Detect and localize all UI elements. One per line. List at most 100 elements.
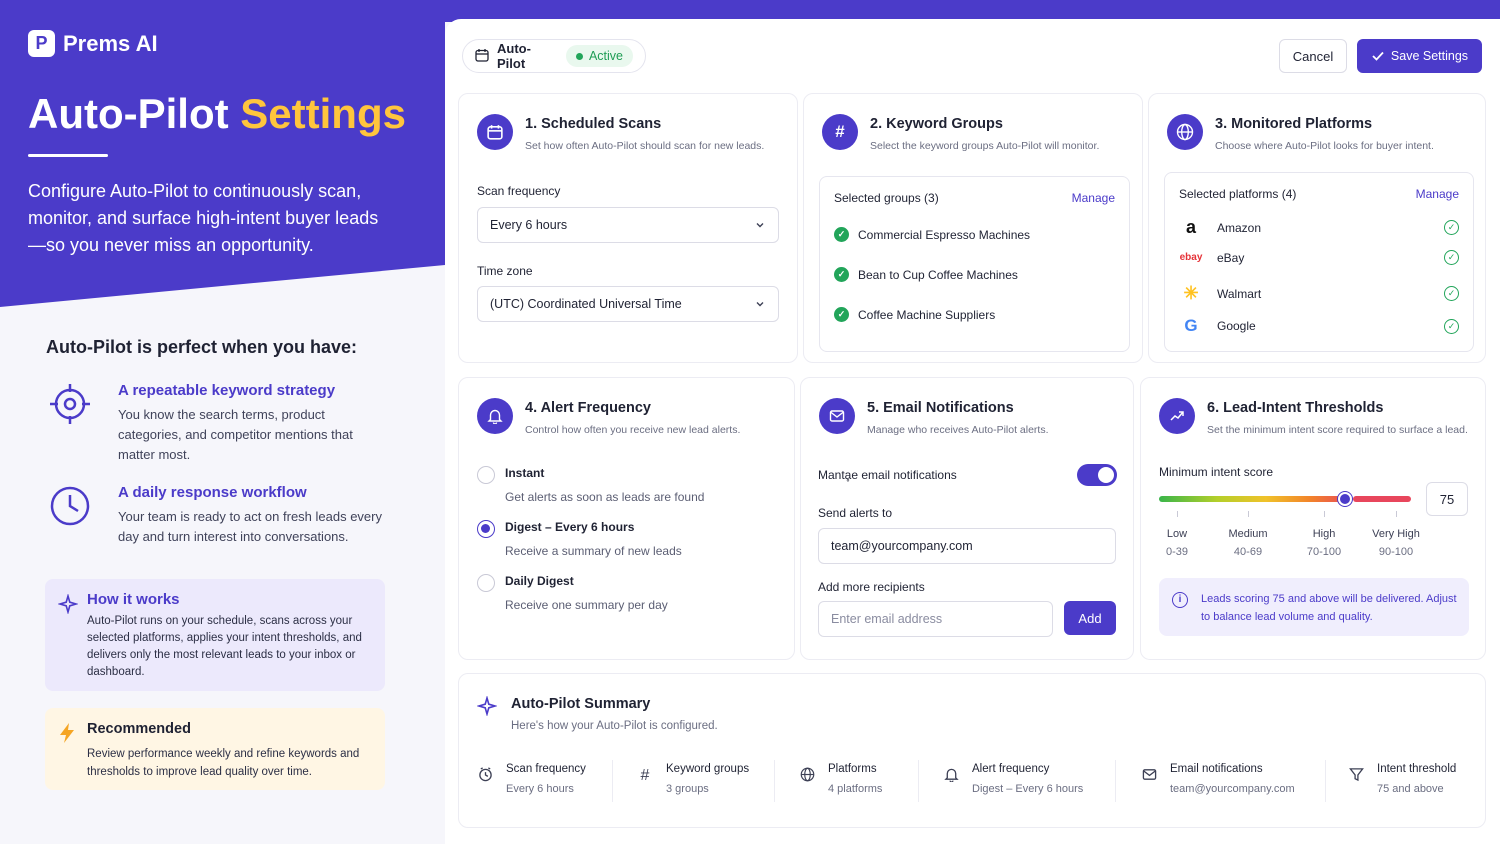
monitored-platforms-card: 3. Monitored Platforms Choose where Auto-… [1148,93,1486,363]
summary-keyword-groups: # Keyword groups 3 groups [636,763,750,795]
radio-selected-icon [477,520,495,538]
range-very-high: 90-100 [1378,546,1414,558]
group-name: Commercial Espresso Machines [858,227,1031,242]
option-title: Instant [505,466,545,480]
hash-icon: # [822,114,858,150]
check-circle-icon: ✓ [1444,220,1459,235]
brand-logo-icon: P [28,30,55,57]
summary-alert-frequency: Alert frequency Digest – Every 6 hours [942,763,1083,795]
intent-score-value[interactable]: 75 [1426,482,1468,516]
card-subtitle: Manage who receives Auto-Pilot alerts. [867,424,1049,436]
feature-desc: Your team is ready to act on fresh leads… [118,509,382,544]
perfect-title: Auto-Pilot is perfect when you have: [46,337,358,357]
summary-title: Auto-Pilot Summary [511,696,651,712]
add-recipients-label: Add more recipients [818,580,925,594]
recommended-box: Recommended Review performance weekly an… [45,708,385,790]
send-alerts-label: Send alerts to [818,506,893,520]
page-title: Auto-Pilot Settings [28,90,406,138]
card-title: 5. Email Notifications [867,400,1014,416]
manage-platforms-link[interactable]: Manage [1416,187,1459,201]
alert-option-daily[interactable]: Daily Digest Receive one summary per day [477,572,668,612]
recommended-title: Recommended [87,721,191,737]
status-text: Active [588,49,623,63]
selected-platforms-box: Selected platforms (4) Manage a Amazon ✓… [1164,172,1474,352]
keyword-groups-card: # 2. Keyword Groups Select the keyword gr… [803,93,1143,363]
send-alerts-input[interactable]: team@yourcompany.com [818,528,1116,564]
summary-label: Scan frequency [506,763,586,775]
scan-frequency-select[interactable]: Every 6 hours [477,207,779,243]
alert-option-digest[interactable]: Digest – Every 6 hours Receive a summary … [477,518,682,558]
divider [918,760,919,802]
feature-title: A daily response workflow [118,484,307,501]
mail-icon [819,398,855,434]
level-low: Low [1166,528,1188,540]
tick [1324,511,1325,517]
how-it-works-box: How it works Auto-Pilot runs on your sch… [45,579,385,691]
sparkle-icon [57,593,79,619]
summary-platforms: Platforms 4 platforms [798,763,882,795]
range-high: 70-100 [1306,546,1342,558]
card-title: 1. Scheduled Scans [525,116,662,132]
info-icon: i [1172,592,1188,608]
platform-row-ebay: ebay eBay ✓ [1180,250,1459,265]
chevron-down-icon [756,223,764,228]
summary-email-notifications: Email notifications team@yourcompany.com [1140,763,1295,795]
time-zone-select[interactable]: (UTC) Coordinated Universal Time [477,286,779,322]
summary-label: Email notifications [1170,763,1263,775]
cancel-button[interactable]: Cancel [1279,39,1347,73]
status-dot-icon [575,52,583,60]
feature-keyword-strategy: A repeatable keyword strategy You know t… [46,382,386,465]
platform-name: eBay [1217,250,1245,265]
check-circle-icon: ✓ [834,267,849,282]
level-very-high: Very High [1372,528,1420,540]
alert-option-instant[interactable]: Instant Get alerts as soon as leads are f… [477,464,704,504]
clock-icon [46,484,94,547]
check-circle-icon: ✓ [1444,250,1459,265]
walmart-logo-icon: ✳ [1183,283,1199,303]
list-item: ✓ Coffee Machine Suppliers [834,307,995,322]
tick [1177,511,1178,517]
summary-label: Platforms [828,763,877,775]
time-zone-label: Time zone [477,264,533,278]
save-settings-button[interactable]: Save Settings [1357,39,1482,73]
crosshair-icon [46,382,94,465]
summary-value: 4 platforms [828,783,883,795]
summary-value: 75 and above [1377,783,1444,795]
scan-frequency-value: Every 6 hours [490,218,568,232]
summary-value: Digest – Every 6 hours [972,783,1084,795]
summary-card: Auto-Pilot Summary Here's how your Auto-… [458,673,1486,828]
add-recipient-button[interactable]: Add [1064,601,1116,635]
manage-groups-link[interactable]: Manage [1072,191,1115,205]
list-item: ✓ Bean to Cup Coffee Machines [834,267,1018,282]
slider-thumb[interactable] [1338,492,1352,506]
divider [774,760,775,802]
range-medium: 40-69 [1233,546,1263,558]
divider [1115,760,1116,802]
threshold-info-box: i Leads scoring 75 and above will be del… [1159,578,1469,636]
calendar-icon [477,114,513,150]
amazon-logo-icon: a [1185,217,1196,237]
save-label: Save Settings [1390,49,1469,63]
radio-icon [477,574,495,592]
level-medium: Medium [1228,528,1268,540]
list-item: ✓ Commercial Espresso Machines [834,227,1030,242]
summary-label: Keyword groups [666,763,750,775]
platform-name: Walmart [1217,286,1262,301]
card-header: 1. Scheduled Scans Set how often Auto-Pil… [477,114,797,152]
card-header: # 2. Keyword Groups Select the keyword gr… [822,114,1142,152]
platform-name: Google [1217,319,1256,333]
card-subtitle: Choose where Auto-Pilot looks for buyer … [1215,140,1434,152]
email-notifications-card: 5. Email Notifications Manage who receive… [800,377,1134,660]
sparkle-icon [476,695,498,721]
funnel-icon [1347,767,1365,795]
recipient-email-input[interactable]: Enter email address [818,601,1053,637]
title-divider [28,154,108,157]
summary-subtitle: Here's how your Auto-Pilot is configured… [511,720,718,732]
how-desc: Auto-Pilot runs on your schedule, scans … [87,615,362,678]
card-title: 3. Monitored Platforms [1215,116,1373,132]
check-icon [1372,51,1384,61]
option-desc: Get alerts as soon as leads are found [505,490,705,504]
range-low: 0-39 [1165,546,1189,558]
email-notifications-toggle[interactable] [1077,464,1117,486]
summary-value: 3 groups [666,783,709,795]
